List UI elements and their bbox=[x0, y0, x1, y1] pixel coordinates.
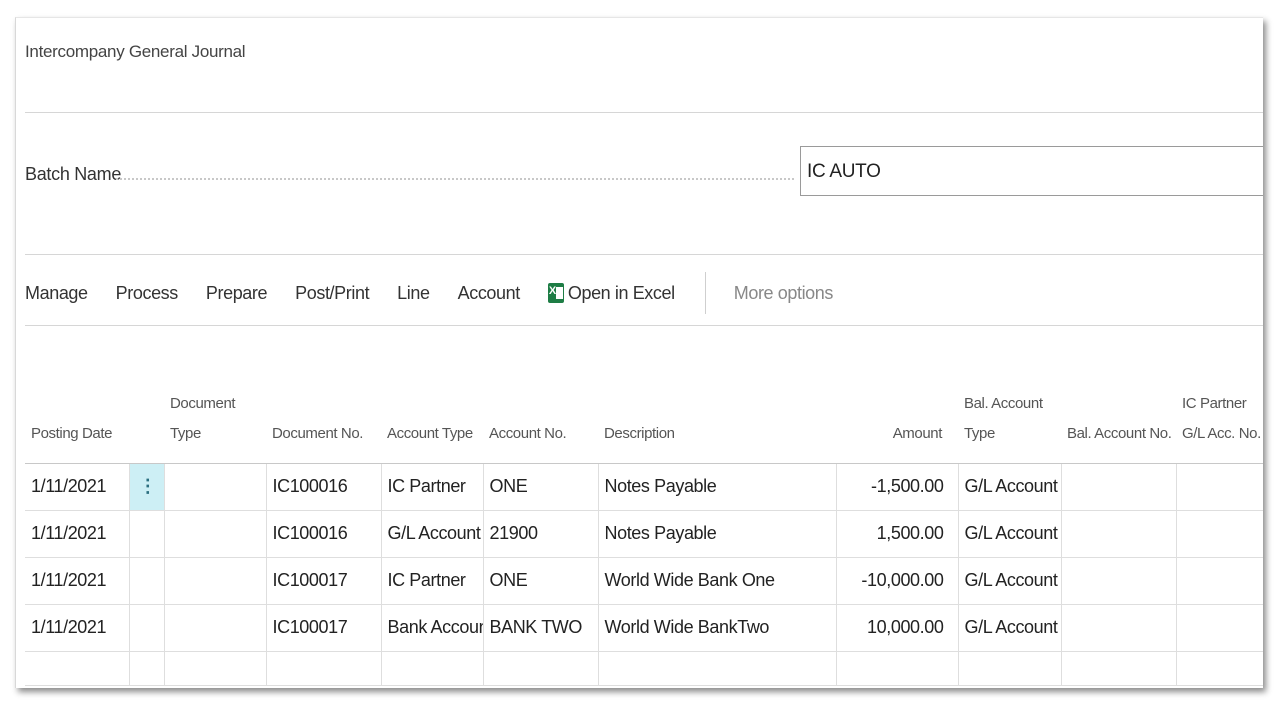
table-row[interactable]: 1/11/2021 IC100017 IC Partner ONE World … bbox=[25, 557, 1263, 605]
col-header-amount[interactable]: Amount bbox=[836, 383, 958, 464]
col-header-account-no[interactable]: Account No. bbox=[483, 383, 598, 464]
cell-bal-account-type[interactable]: G/L Account bbox=[958, 557, 1062, 605]
cell-document-type[interactable] bbox=[164, 557, 267, 605]
divider bbox=[25, 325, 1263, 326]
menu-line[interactable]: Line bbox=[397, 283, 430, 304]
cell-empty[interactable] bbox=[598, 651, 837, 686]
table-header-row: Posting Date Document Type Document No. … bbox=[25, 383, 1263, 464]
cell-empty[interactable] bbox=[836, 651, 959, 686]
more-options-button[interactable]: More options bbox=[734, 283, 834, 304]
table-row[interactable]: 1/11/2021 IC100017 Bank Account BANK TWO… bbox=[25, 604, 1263, 652]
cell-description[interactable]: Notes Payable bbox=[598, 463, 837, 511]
cell-account-no[interactable]: ONE bbox=[483, 557, 599, 605]
journal-lines-table: Posting Date Document Type Document No. … bbox=[25, 383, 1263, 686]
cell-amount[interactable]: -1,500.00 bbox=[836, 463, 959, 511]
cell-document-type[interactable] bbox=[164, 510, 267, 558]
journal-page: Intercompany General Journal Batch Name … bbox=[15, 17, 1263, 688]
cell-empty[interactable] bbox=[381, 651, 484, 686]
cell-empty[interactable] bbox=[129, 651, 165, 686]
col-header-bal-account-type[interactable]: Bal. Account Type bbox=[958, 383, 1061, 464]
cell-ic-partner-gl[interactable] bbox=[1176, 510, 1263, 558]
cell-ic-partner-gl[interactable] bbox=[1176, 557, 1263, 605]
cell-document-type[interactable] bbox=[164, 604, 267, 652]
cell-document-no[interactable]: IC100017 bbox=[266, 604, 382, 652]
cell-amount[interactable]: 1,500.00 bbox=[836, 510, 959, 558]
cell-account-no[interactable]: 21900 bbox=[483, 510, 599, 558]
excel-icon bbox=[547, 283, 564, 303]
open-in-excel-button[interactable]: Open in Excel bbox=[547, 282, 675, 304]
cell-amount[interactable]: -10,000.00 bbox=[836, 557, 959, 605]
batch-name-field[interactable]: IC AUTO bbox=[800, 146, 1263, 196]
cell-document-no[interactable]: IC100016 bbox=[266, 463, 382, 511]
open-in-excel-label: Open in Excel bbox=[567, 282, 675, 303]
cell-row-menu[interactable] bbox=[129, 557, 165, 605]
menu-account[interactable]: Account bbox=[458, 283, 521, 304]
menu-separator bbox=[704, 272, 706, 314]
action-bar: Manage Process Prepare Post/Print Line A… bbox=[25, 272, 861, 314]
cell-empty[interactable] bbox=[266, 651, 382, 686]
cell-posting-date[interactable]: 1/11/2021 bbox=[25, 463, 130, 511]
menu-post-print[interactable]: Post/Print bbox=[295, 283, 369, 304]
cell-account-type[interactable]: Bank Account bbox=[381, 604, 484, 652]
cell-account-type[interactable]: IC Partner bbox=[381, 557, 484, 605]
cell-account-type[interactable]: IC Partner bbox=[381, 463, 484, 511]
cell-posting-date[interactable]: 1/11/2021 bbox=[25, 557, 130, 605]
cell-document-no[interactable]: IC100016 bbox=[266, 510, 382, 558]
row-menu-icon[interactable]: ⋮ bbox=[129, 463, 165, 511]
col-header-account-type[interactable]: Account Type bbox=[381, 383, 483, 464]
cell-description[interactable]: World Wide Bank One bbox=[598, 557, 837, 605]
col-header-bal-account-no[interactable]: Bal. Account No. bbox=[1061, 383, 1176, 464]
cell-empty[interactable] bbox=[1176, 651, 1263, 686]
col-header-posting-date[interactable]: Posting Date bbox=[25, 383, 129, 464]
col-header-description[interactable]: Description bbox=[598, 383, 836, 464]
col-header-ic-partner-gl[interactable]: IC Partner G/L Acc. No. bbox=[1176, 383, 1263, 464]
cell-posting-date[interactable]: 1/11/2021 bbox=[25, 510, 130, 558]
cell-row-menu[interactable] bbox=[129, 604, 165, 652]
cell-description[interactable]: World Wide BankTwo bbox=[598, 604, 837, 652]
col-header-row-menu bbox=[129, 383, 164, 464]
batch-name-label: Batch Name bbox=[25, 164, 122, 184]
cell-empty[interactable] bbox=[25, 651, 130, 686]
cell-bal-account-no[interactable] bbox=[1061, 557, 1177, 605]
cell-posting-date[interactable]: 1/11/2021 bbox=[25, 604, 130, 652]
cell-ic-partner-gl[interactable] bbox=[1176, 604, 1263, 652]
cell-document-no[interactable]: IC100017 bbox=[266, 557, 382, 605]
cell-ic-partner-gl[interactable] bbox=[1176, 463, 1263, 511]
cell-empty[interactable] bbox=[1061, 651, 1177, 686]
cell-empty[interactable] bbox=[958, 651, 1062, 686]
divider bbox=[25, 254, 1263, 255]
cell-amount[interactable]: 10,000.00 bbox=[836, 604, 959, 652]
cell-row-menu[interactable] bbox=[129, 510, 165, 558]
cell-bal-account-type[interactable]: G/L Account bbox=[958, 604, 1062, 652]
divider bbox=[25, 112, 1263, 113]
menu-process[interactable]: Process bbox=[116, 283, 179, 304]
cell-document-type[interactable] bbox=[164, 463, 267, 511]
menu-manage[interactable]: Manage bbox=[25, 283, 88, 304]
cell-bal-account-no[interactable] bbox=[1061, 510, 1177, 558]
cell-account-no[interactable]: ONE bbox=[483, 463, 599, 511]
table-row[interactable]: 1/11/2021 IC100016 G/L Account 21900 Not… bbox=[25, 510, 1263, 558]
col-header-document-type[interactable]: Document Type bbox=[164, 383, 266, 464]
col-header-document-no[interactable]: Document No. bbox=[266, 383, 381, 464]
table-row[interactable]: 1/11/2021 ⋮ IC100016 IC Partner ONE Note… bbox=[25, 463, 1263, 511]
cell-empty[interactable] bbox=[483, 651, 599, 686]
cell-account-type[interactable]: G/L Account bbox=[381, 510, 484, 558]
cell-bal-account-type[interactable]: G/L Account bbox=[958, 510, 1062, 558]
cell-account-no[interactable]: BANK TWO bbox=[483, 604, 599, 652]
field-leader-dots bbox=[116, 178, 794, 180]
cell-description[interactable]: Notes Payable bbox=[598, 510, 837, 558]
cell-bal-account-no[interactable] bbox=[1061, 463, 1177, 511]
cell-bal-account-type[interactable]: G/L Account bbox=[958, 463, 1062, 511]
cell-bal-account-no[interactable] bbox=[1061, 604, 1177, 652]
table-row-empty[interactable] bbox=[25, 651, 1263, 686]
cell-empty[interactable] bbox=[164, 651, 267, 686]
page-title: Intercompany General Journal bbox=[25, 42, 246, 61]
menu-prepare[interactable]: Prepare bbox=[206, 283, 268, 304]
